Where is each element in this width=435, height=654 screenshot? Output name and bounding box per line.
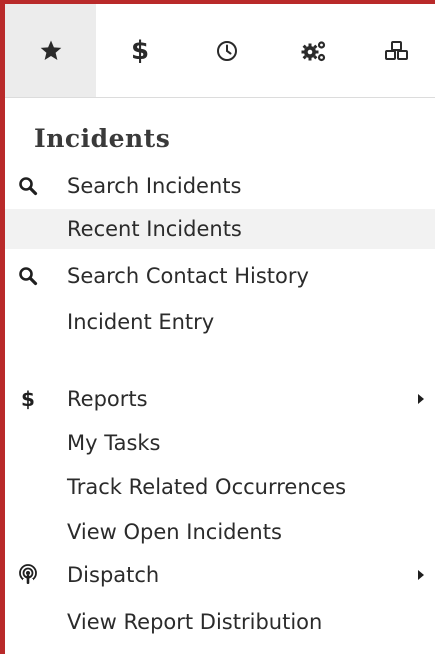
menu-item-search-incidents[interactable]: Search Incidents — [5, 166, 435, 206]
tab-history[interactable] — [184, 4, 270, 97]
dropdown-panel: $ Incidents Search Incidents Recent Inci… — [5, 4, 435, 654]
menu-item-label: Dispatch — [67, 563, 160, 587]
cubes-icon — [384, 40, 410, 62]
search-icon — [17, 166, 39, 206]
menu-item-view-report-distribution[interactable]: View Report Distribution — [5, 602, 435, 642]
star-icon — [39, 39, 63, 63]
podcast-icon — [17, 555, 39, 595]
menu-item-track-related-occurrences[interactable]: Track Related Occurrences — [5, 467, 435, 507]
menu-item-label: Incident Entry — [67, 310, 215, 334]
menu-item-search-contact-history[interactable]: Search Contact History — [5, 256, 435, 296]
menu-item-label: Track Related Occurrences — [67, 475, 347, 499]
menu-item-reports[interactable]: $ Reports — [5, 379, 435, 419]
dollar-icon: $ — [130, 35, 150, 66]
menu-item-my-tasks[interactable]: My Tasks — [5, 423, 435, 463]
tab-money[interactable]: $ — [96, 4, 184, 97]
menu-item-label: Search Incidents — [67, 174, 242, 198]
menu-tab-bar: $ — [5, 4, 435, 98]
tab-favorites[interactable] — [5, 4, 96, 97]
menu-item-label: View Report Distribution — [67, 610, 323, 634]
menu-item-label: My Tasks — [67, 431, 161, 455]
submenu-arrow-icon — [417, 555, 425, 595]
menu-item-view-open-incidents[interactable]: View Open Incidents — [5, 512, 435, 552]
menu-item-recent-incidents[interactable]: Recent Incidents — [5, 209, 435, 249]
dollar-icon: $ — [17, 379, 39, 419]
tab-settings[interactable] — [270, 4, 358, 97]
menu-item-label: Recent Incidents — [67, 217, 242, 241]
menu-item-dispatch[interactable]: Dispatch — [5, 555, 435, 595]
dollar-glyph: $ — [21, 387, 35, 411]
search-icon — [17, 256, 39, 296]
gears-icon — [300, 39, 328, 63]
menu-item-label: Reports — [67, 387, 148, 411]
menu-item-incident-entry[interactable]: Incident Entry — [5, 302, 435, 342]
menu-item-label: Search Contact History — [67, 264, 309, 288]
menu-section-title: Incidents — [34, 124, 171, 153]
menu-item-label: View Open Incidents — [67, 520, 282, 544]
tab-modules[interactable] — [358, 4, 435, 97]
submenu-arrow-icon — [417, 379, 425, 419]
clock-icon — [216, 40, 238, 62]
